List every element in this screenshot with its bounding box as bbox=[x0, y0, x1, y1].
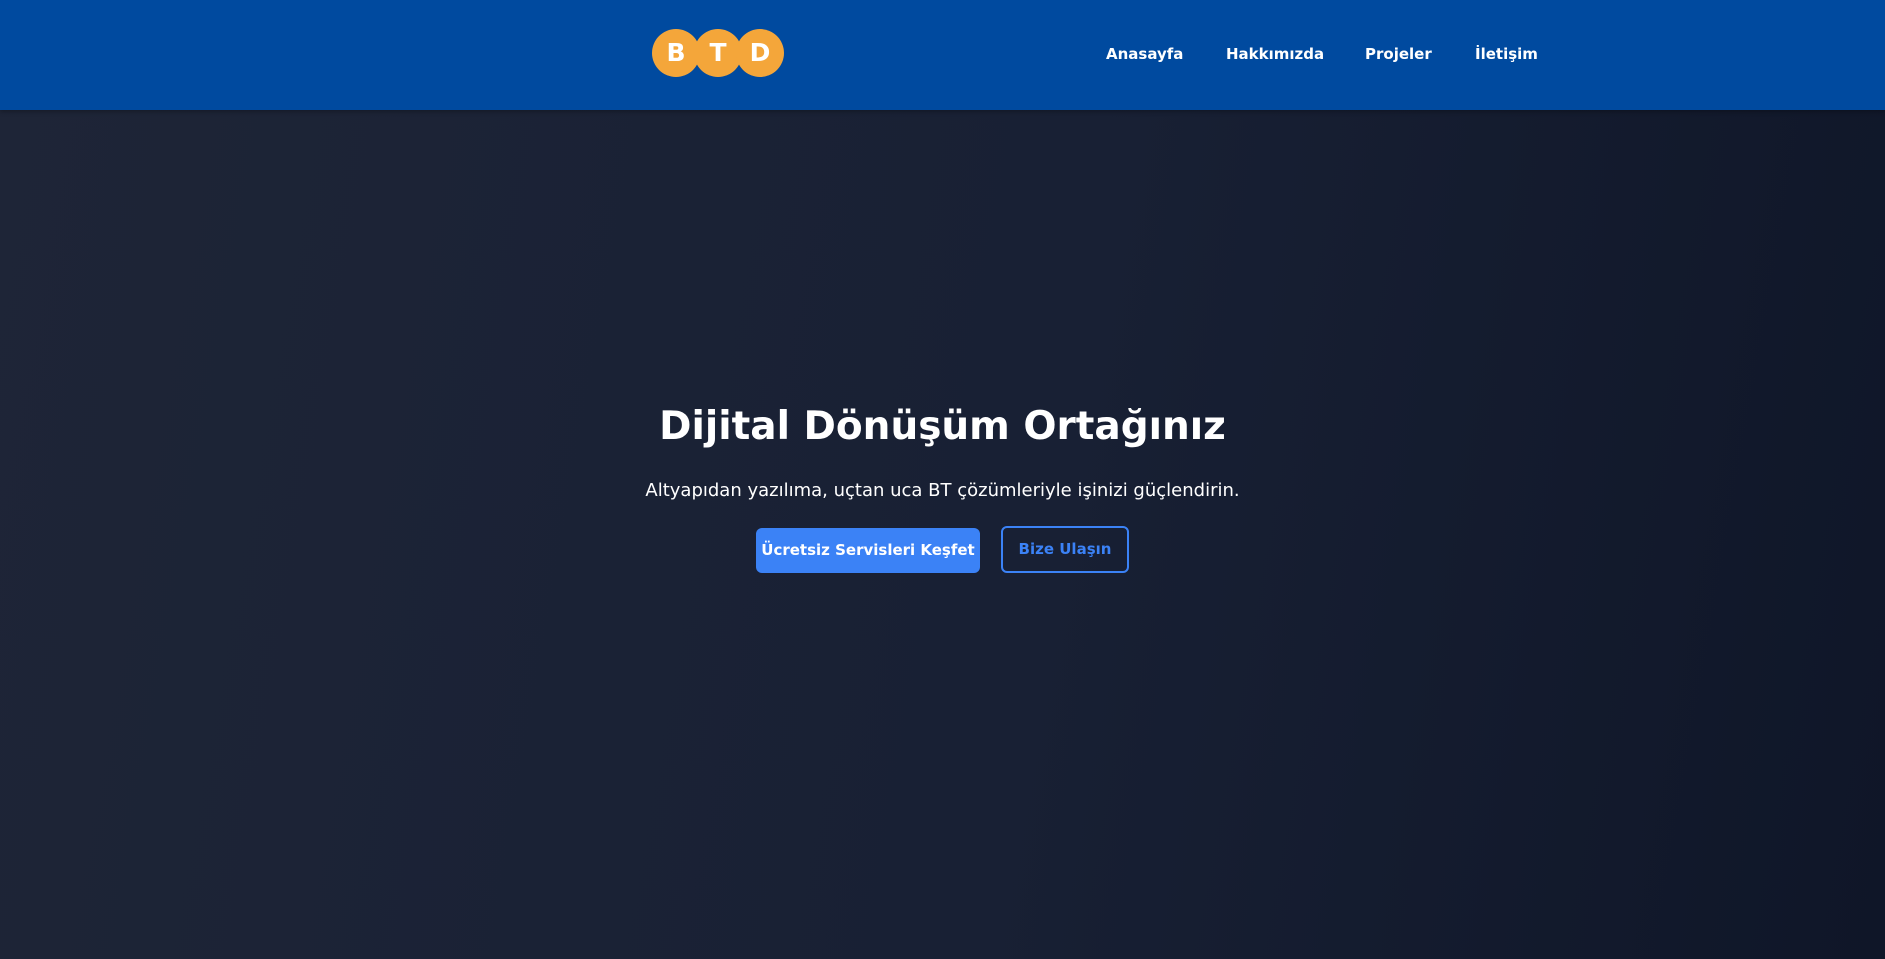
hero-subtitle: Altyapıdan yazılıma, uçtan uca BT çözüml… bbox=[645, 480, 1240, 501]
contact-us-button[interactable]: Bize Ulaşın bbox=[1001, 526, 1129, 573]
site-header: B T D Anasayfa Hakkımızda Projeler İleti… bbox=[0, 0, 1885, 110]
nav-link-projeler[interactable]: Projeler bbox=[1365, 43, 1432, 65]
nav-link-anasayfa[interactable]: Anasayfa bbox=[1106, 43, 1183, 65]
hero-title: Dijital Dönüşüm Ortağınız bbox=[659, 404, 1226, 449]
main-nav: Anasayfa Hakkımızda Projeler İletişim bbox=[0, 0, 1885, 110]
explore-services-button[interactable]: Ücretsiz Servisleri Keşfet bbox=[756, 528, 980, 573]
nav-link-iletisim[interactable]: İletişim bbox=[1475, 43, 1538, 65]
nav-link-hakkimizda[interactable]: Hakkımızda bbox=[1226, 43, 1324, 65]
